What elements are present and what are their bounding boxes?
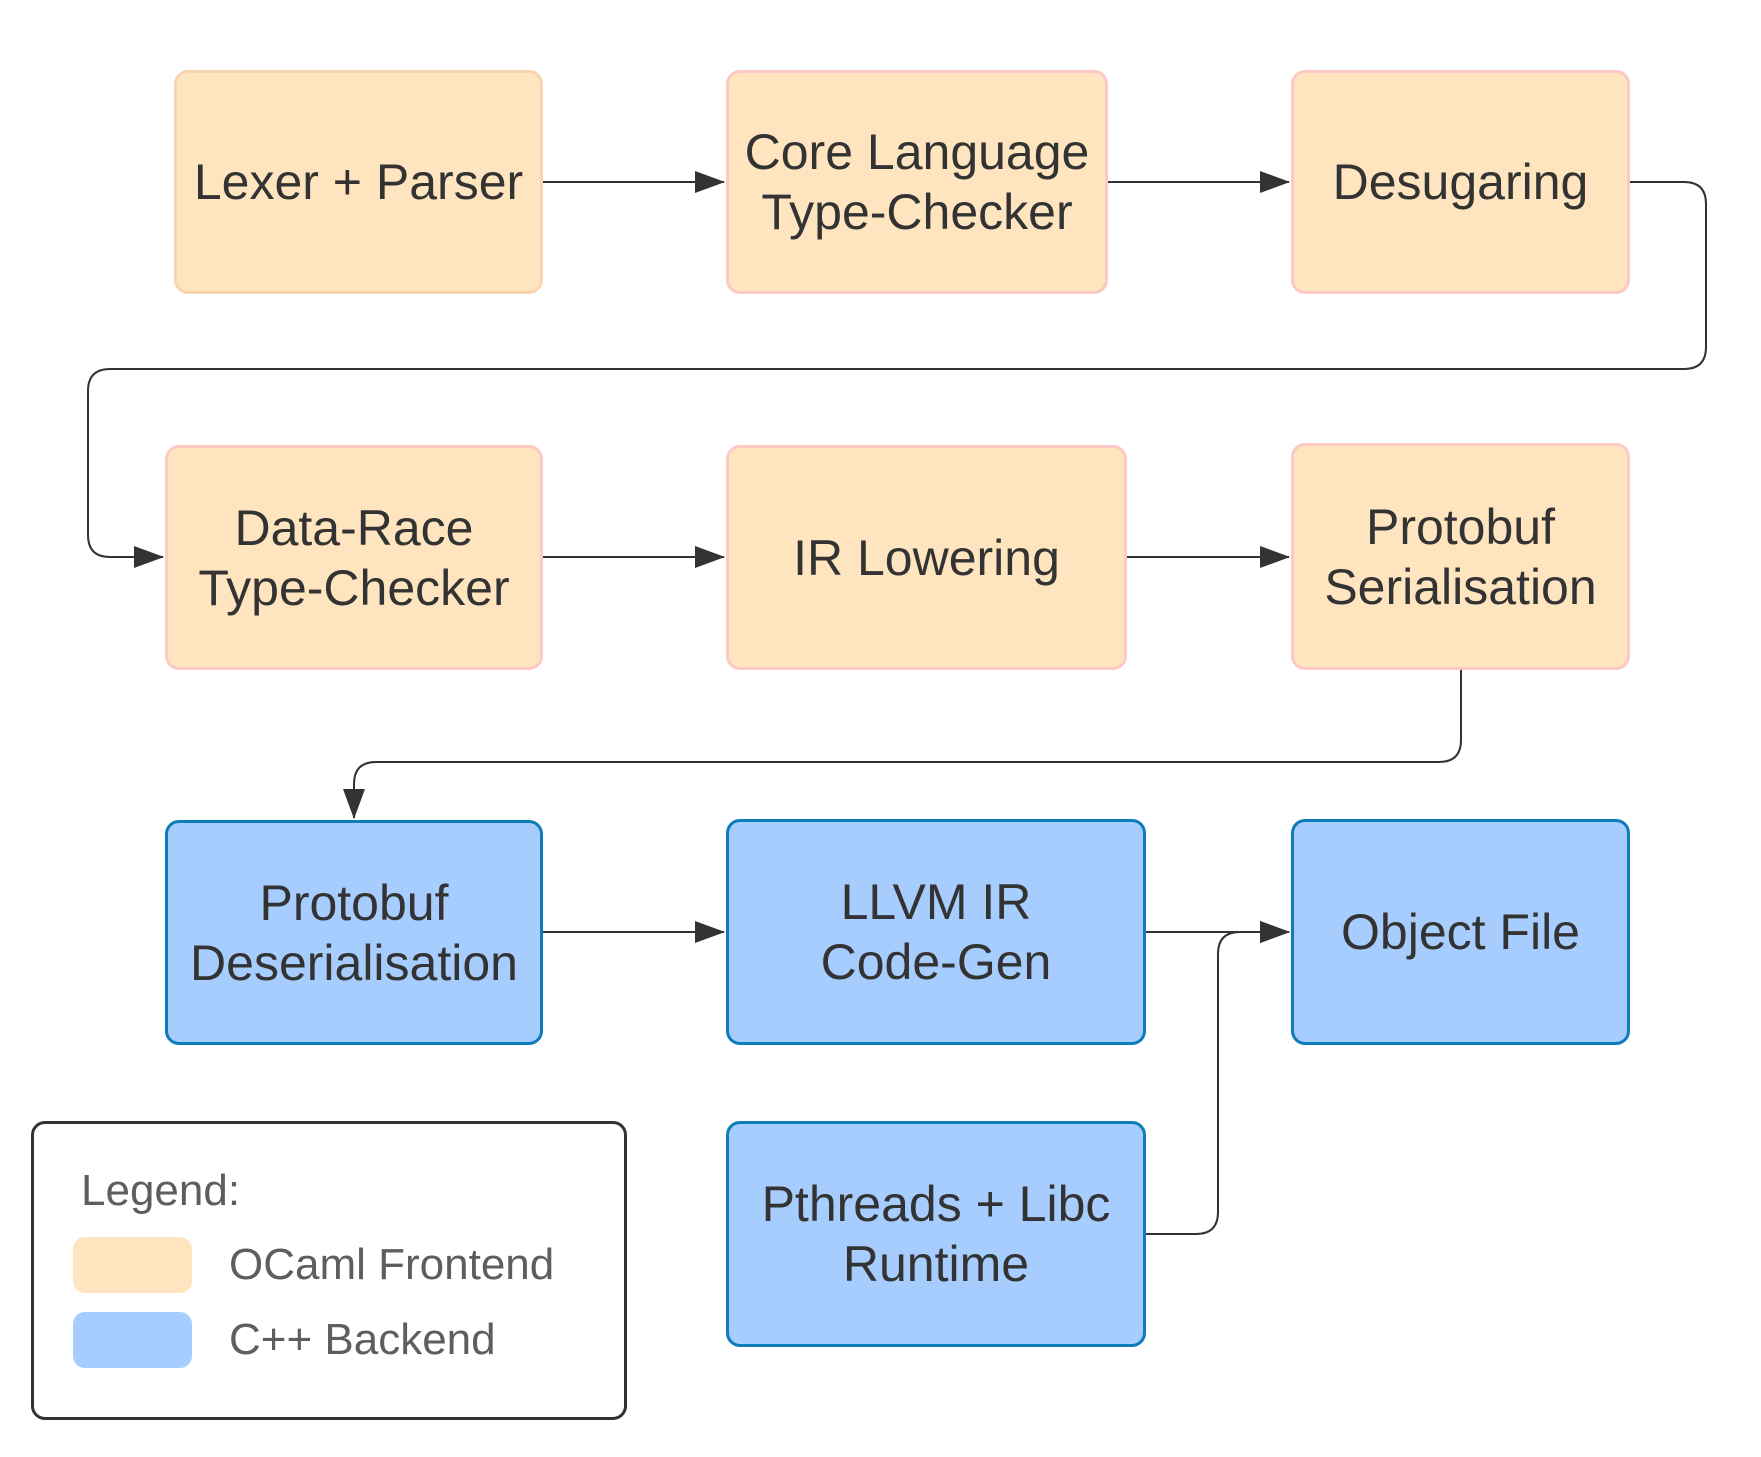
legend-title: Legend:	[81, 1166, 241, 1215]
edge-protobuf-ser-to-deser	[343, 670, 1462, 819]
node-data-race-type-checker[interactable]: Data-Race Type-Checker	[165, 445, 543, 670]
legend-entry-frontend: OCaml Frontend	[229, 1240, 555, 1289]
node-label: Core Language Type-Checker	[744, 124, 1090, 240]
node-label: IR Lowering	[793, 529, 1060, 586]
node-pthreads-libc-runtime[interactable]: Pthreads + Libc Runtime	[726, 1121, 1146, 1347]
node-lexer-parser[interactable]: Lexer + Parser	[174, 70, 543, 294]
node-label: Pthreads + Libc Runtime	[761, 1176, 1111, 1292]
node-label: Data-Race Type-Checker	[198, 499, 510, 616]
legend-entry-backend: C++ Backend	[229, 1315, 496, 1364]
node-desugaring[interactable]: Desugaring	[1291, 70, 1630, 294]
node-protobuf-deserialisation[interactable]: Protobuf Deserialisation	[165, 820, 543, 1045]
node-label: Protobuf Serialisation	[1324, 498, 1597, 615]
node-object-file[interactable]: Object File	[1291, 819, 1630, 1045]
edge-runtime-to-object	[1146, 921, 1290, 1235]
node-ir-lowering[interactable]: IR Lowering	[726, 445, 1127, 670]
node-core-type-checker[interactable]: Core Language Type-Checker	[726, 70, 1108, 294]
node-label: LLVM IR Code-Gen	[820, 874, 1052, 990]
legend-swatch-frontend	[73, 1237, 192, 1293]
node-label: Desugaring	[1332, 154, 1589, 210]
legend-swatch-backend	[73, 1312, 192, 1368]
node-protobuf-serialisation[interactable]: Protobuf Serialisation	[1291, 443, 1630, 670]
node-label: Object File	[1341, 904, 1580, 960]
legend: Legend: OCaml Frontend C++ Backend	[31, 1121, 627, 1420]
node-label: Protobuf Deserialisation	[190, 874, 518, 991]
node-label: Lexer + Parser	[193, 154, 524, 210]
node-llvm-ir-codegen[interactable]: LLVM IR Code-Gen	[726, 819, 1146, 1045]
